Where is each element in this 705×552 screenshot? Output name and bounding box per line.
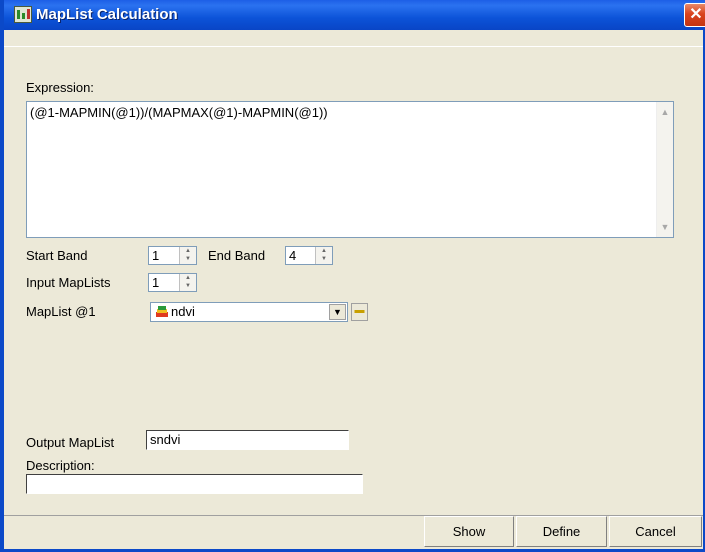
input-maplists-value: 1 [152,275,160,290]
maplist-icon [156,306,168,317]
end-band-label: End Band [208,248,266,263]
chevron-down-icon[interactable]: ▼ [329,304,346,320]
start-band-value: 1 [152,248,160,263]
scroll-up-icon[interactable]: ▲ [657,104,673,120]
expression-scrollbar[interactable]: ▲ ▼ [656,102,673,237]
start-band-spin-buttons[interactable]: ▲ ▼ [179,247,196,264]
input-maplists-label: Input MapLists [26,275,111,290]
dialog-window: MapList Calculation ✕ Expression: (@1-MA… [0,0,705,552]
start-band-stepper[interactable]: 1 ▲ ▼ [148,246,197,265]
app-icon [14,6,32,23]
maplist1-label: MapList @1 [26,304,96,319]
cancel-button[interactable]: Cancel [609,516,702,547]
maplist1-value: ndvi [171,304,195,319]
expression-label: Expression: [26,80,94,95]
close-button[interactable]: ✕ [684,3,705,27]
window-title: MapList Calculation [36,6,178,23]
expression-input[interactable]: (@1-MAPMIN(@1))/(MAPMAX(@1)-MAPMIN(@1)) … [26,101,674,238]
end-band-value: 4 [289,248,297,263]
description-input[interactable] [26,474,363,494]
input-maplists-spin-buttons[interactable]: ▲ ▼ [179,274,196,291]
end-band-stepper[interactable]: 4 ▲ ▼ [285,246,333,265]
start-band-label: Start Band [26,248,88,263]
expression-text: (@1-MAPMIN(@1))/(MAPMAX(@1)-MAPMIN(@1)) [30,105,328,120]
scroll-down-icon[interactable]: ▼ [657,219,673,235]
show-button[interactable]: Show [424,516,514,547]
input-maplists-stepper[interactable]: 1 ▲ ▼ [148,273,197,292]
maplist-properties-button[interactable]: ▬ [351,303,368,321]
maplist1-select[interactable]: ndvi ▼ [150,302,348,322]
title-bar[interactable]: MapList Calculation ✕ [4,0,705,30]
end-band-spin-buttons[interactable]: ▲ ▼ [315,247,332,264]
output-maplist-label: Output MapList [26,435,115,450]
output-maplist-input[interactable]: sndvi [146,430,349,450]
define-button[interactable]: Define [516,516,607,547]
description-label: Description: [26,458,95,473]
output-maplist-value: sndvi [150,432,181,447]
